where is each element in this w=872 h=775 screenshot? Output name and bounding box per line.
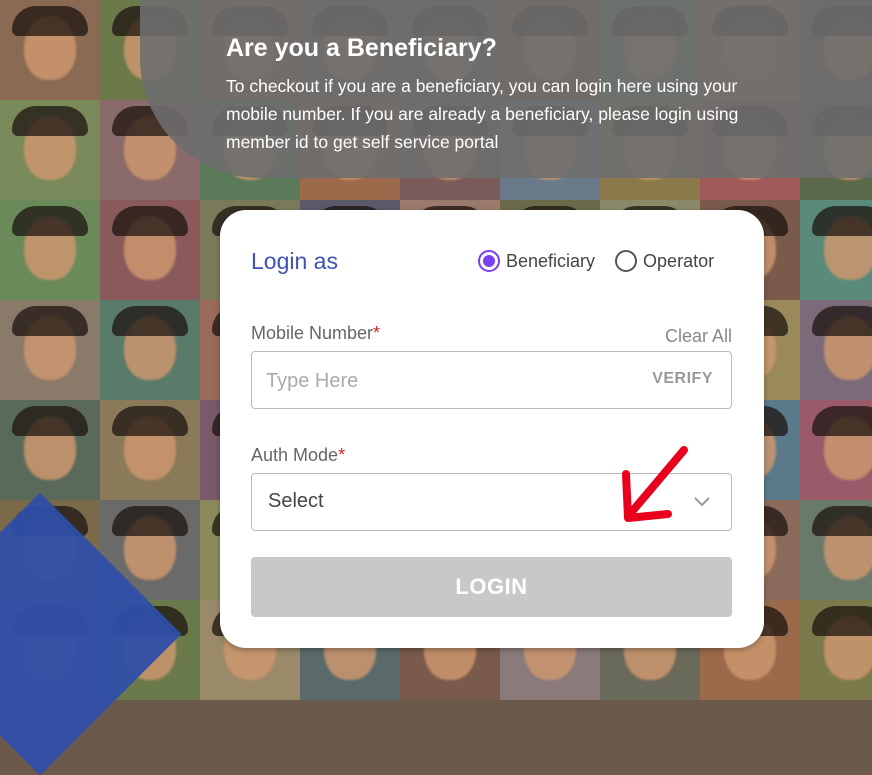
banner-title: Are you a Beneficiary?	[226, 34, 497, 62]
banner-description: To checkout if you are a beneficiary, yo…	[226, 76, 739, 152]
mobile-number-input[interactable]	[264, 352, 628, 410]
login-button[interactable]: LOGIN	[251, 557, 732, 617]
mobile-number-label: Mobile Number*	[251, 323, 381, 343]
login-type-radio-group: Beneficiary Operator	[478, 250, 714, 272]
auth-mode-label: Auth Mode*	[251, 445, 346, 465]
beneficiary-radio-label: Beneficiary	[506, 250, 596, 271]
auth-mode-selected-value: Select	[268, 490, 324, 512]
login-card: Login as Beneficiary Operator Mobile Num…	[220, 210, 764, 648]
verify-button[interactable]: VERIFY	[652, 370, 713, 388]
operator-radio[interactable]: Operator	[615, 250, 714, 272]
radio-unchecked-icon	[615, 250, 638, 272]
required-mark: *	[373, 323, 381, 343]
chevron-down-icon	[694, 497, 710, 507]
clear-all-link[interactable]: Clear All	[665, 326, 732, 347]
mobile-number-field: VERIFY	[251, 351, 732, 410]
login-as-heading: Login as	[251, 248, 338, 274]
radio-checked-icon	[478, 250, 500, 272]
beneficiary-radio[interactable]: Beneficiary	[478, 250, 595, 272]
required-mark: *	[338, 445, 346, 465]
red-arrow-annotation	[622, 446, 688, 522]
operator-radio-label: Operator	[643, 250, 715, 271]
